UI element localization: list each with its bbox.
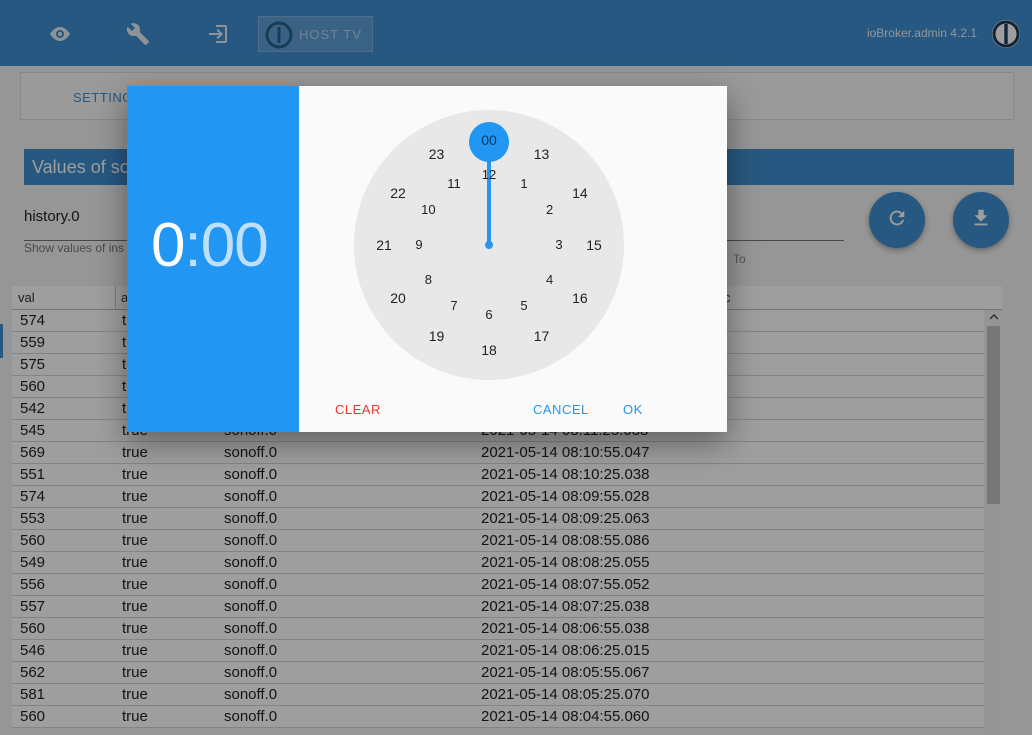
time-picker-body: 00 13 14 15 16 17 18 19 20 21 22 23 12 1 2 3 4 5 6 7 8 9 10 11… — [299, 86, 727, 432]
clock-number[interactable]: 18 — [475, 340, 503, 360]
clock-number[interactable]: 2 — [536, 200, 564, 220]
clock-number[interactable]: 9 — [405, 235, 433, 255]
clock-number[interactable]: 13 — [528, 144, 556, 164]
clock-number[interactable]: 23 — [423, 144, 451, 164]
time-display: 0:00 — [151, 210, 269, 281]
clock-number[interactable]: 11 — [440, 174, 468, 194]
clock-number[interactable]: 22 — [384, 183, 412, 203]
clock-number[interactable]: 16 — [566, 288, 594, 308]
clock-number[interactable]: 3 — [545, 235, 573, 255]
clock-number[interactable]: 1 — [510, 174, 538, 194]
clock-number[interactable]: 19 — [423, 326, 451, 346]
clock-number[interactable]: 15 — [580, 235, 608, 255]
clock-number[interactable]: 6 — [475, 305, 503, 325]
clock-number[interactable]: 4 — [536, 270, 564, 290]
time-separator: : — [184, 211, 201, 280]
time-minutes[interactable]: 00 — [201, 211, 269, 280]
clock-number[interactable]: 10 — [414, 200, 442, 220]
clock-number[interactable]: 20 — [384, 288, 412, 308]
time-hours[interactable]: 0 — [151, 211, 185, 280]
clock-number[interactable]: 5 — [510, 296, 538, 316]
cancel-button[interactable]: CANCEL — [533, 402, 589, 417]
time-picker-toolbar: 0:00 — [127, 86, 299, 432]
clear-button[interactable]: CLEAR — [335, 402, 381, 417]
clock-selected-value: 00 — [481, 132, 497, 148]
time-picker-dialog: 0:00 00 13 14 15 16 17 18 19 20 21 22 23 12 1 2 3 4 5 6 7 8… — [127, 86, 727, 432]
clock-number[interactable]: 7 — [440, 296, 468, 316]
clock-number[interactable]: 8 — [414, 270, 442, 290]
clock-face[interactable]: 00 13 14 15 16 17 18 19 20 21 22 23 12 1 2 3 4 5 6 7 8 9 10 11 — [354, 110, 624, 380]
ok-button[interactable]: OK — [623, 402, 643, 417]
clock-number[interactable]: 12 — [475, 165, 503, 185]
clock-number[interactable]: 21 — [370, 235, 398, 255]
clock-number[interactable]: 14 — [566, 183, 594, 203]
clock-number[interactable]: 17 — [528, 326, 556, 346]
